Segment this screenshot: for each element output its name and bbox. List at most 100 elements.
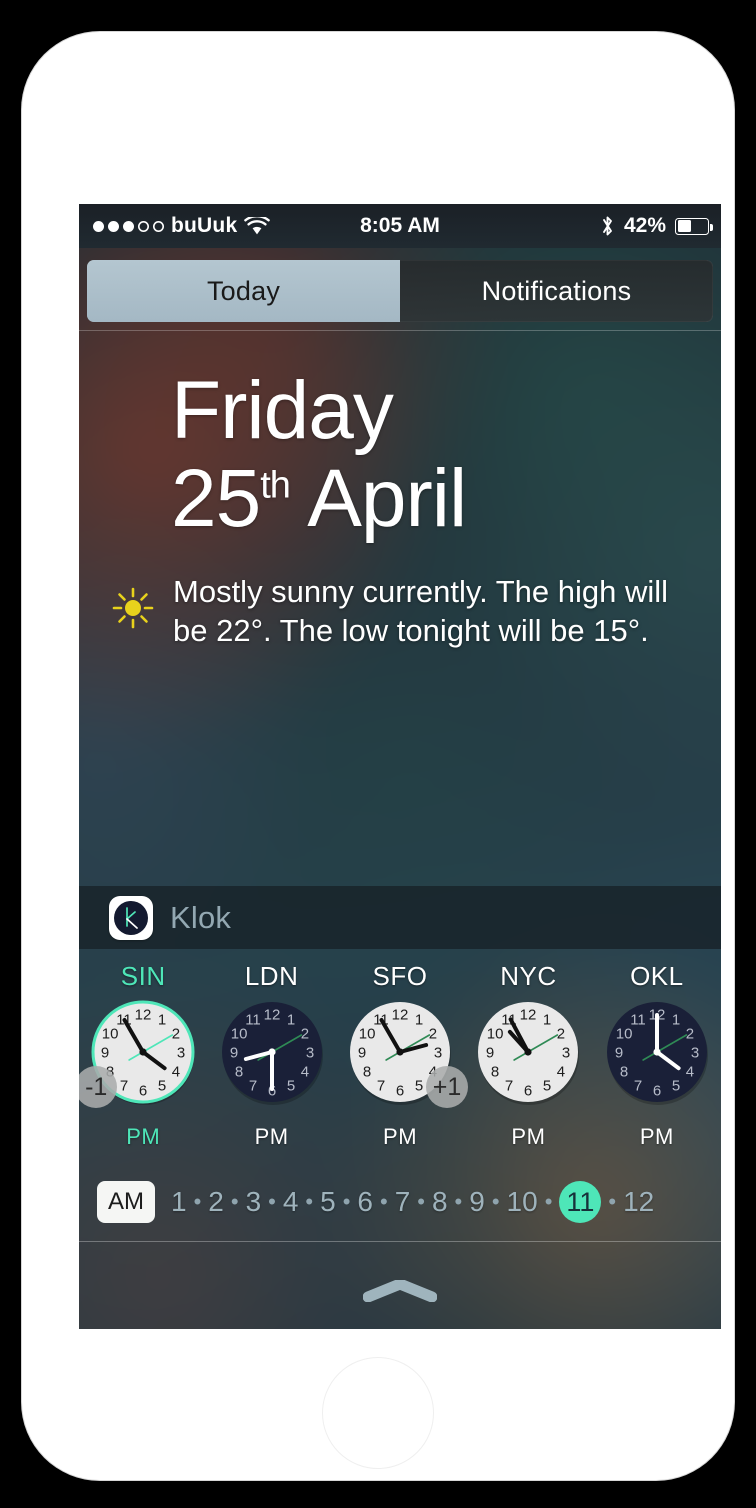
world-clock-sfo[interactable]: SFO123456789101112+1PM xyxy=(336,949,469,1169)
svg-text:8: 8 xyxy=(620,1064,628,1081)
clock-dial: 123456789101112-1 xyxy=(79,998,197,1108)
tab-today[interactable]: Today xyxy=(87,260,400,322)
svg-text:1: 1 xyxy=(415,1012,423,1029)
date-day-number: 25 xyxy=(171,453,261,544)
hour-timeline-scrubber[interactable]: AM 1 • 2 • 3 • 4 • 5 • 6 • 7 • 8 • 9 • 10 • 11 • 12 xyxy=(79,1169,721,1235)
svg-text:12: 12 xyxy=(135,1007,152,1024)
world-clock-okl[interactable]: OKL123456789101112PM xyxy=(593,949,721,1169)
timeline-separator-dot: • xyxy=(193,1189,202,1214)
clock-dial: 123456789101112 xyxy=(603,998,711,1106)
timeline-hour-3[interactable]: 3 xyxy=(246,1186,262,1218)
clock-ampm-label: PM xyxy=(126,1124,161,1149)
klok-widget-header[interactable]: Klok xyxy=(79,886,721,949)
svg-text:6: 6 xyxy=(139,1083,147,1100)
timeline-hour-1[interactable]: 1 xyxy=(171,1186,187,1218)
world-clock-sin[interactable]: SIN123456789101112-1PM xyxy=(79,949,207,1169)
timeline-hour-6[interactable]: 6 xyxy=(357,1186,373,1218)
timeline-hour-9[interactable]: 9 xyxy=(469,1186,485,1218)
battery-percentage: 42% xyxy=(623,214,666,237)
timeline-hour-4[interactable]: 4 xyxy=(283,1186,299,1218)
svg-text:9: 9 xyxy=(229,1045,237,1062)
timeline-hour-2[interactable]: 2 xyxy=(208,1186,224,1218)
svg-text:7: 7 xyxy=(248,1077,256,1094)
svg-text:5: 5 xyxy=(543,1077,551,1094)
world-clock-nyc[interactable]: NYC123456789101112PM xyxy=(464,949,592,1169)
svg-text:3: 3 xyxy=(691,1045,699,1062)
timeline-separator-dot: • xyxy=(454,1189,463,1214)
svg-text:1: 1 xyxy=(286,1012,294,1029)
timeline-separator-dot: • xyxy=(491,1189,500,1214)
timeline-separator-dot: • xyxy=(268,1189,276,1214)
timezone-offset-badge: +1 xyxy=(426,1066,469,1108)
svg-text:12: 12 xyxy=(263,1007,280,1024)
svg-text:11: 11 xyxy=(245,1012,261,1029)
svg-text:2: 2 xyxy=(300,1026,308,1043)
clock-city-label: SFO xyxy=(372,961,428,991)
timeline-hour-11[interactable]: 11 xyxy=(559,1181,602,1223)
tab-notifications[interactable]: Notifications xyxy=(400,260,713,322)
world-clock-ldn[interactable]: LDN 1 2 3 4 5 6 7 8 9 10 11 12 PM xyxy=(207,949,335,1169)
clock-ampm-label: PM xyxy=(383,1124,418,1149)
svg-text:8: 8 xyxy=(363,1064,371,1081)
svg-text:12: 12 xyxy=(392,1007,409,1024)
svg-text:1: 1 xyxy=(158,1012,166,1029)
hour-list[interactable]: 1 • 2 • 3 • 4 • 5 • 6 • 7 • 8 • 9 • 10 • 11 • 12 xyxy=(171,1181,721,1223)
timeline-hour-5[interactable]: 5 xyxy=(320,1186,336,1218)
clock-ampm-label: PM xyxy=(639,1124,674,1149)
svg-text:5: 5 xyxy=(415,1077,423,1094)
svg-text:3: 3 xyxy=(305,1045,313,1062)
clock-city-label: OKL xyxy=(630,961,684,991)
svg-text:9: 9 xyxy=(615,1045,623,1062)
chevron-up-grabber[interactable] xyxy=(362,1278,438,1307)
svg-text:8: 8 xyxy=(235,1064,243,1081)
widget-bottom-divider xyxy=(79,1241,721,1242)
svg-text:2: 2 xyxy=(429,1026,437,1043)
svg-text:2: 2 xyxy=(557,1026,565,1043)
phone-screen: buUuk 8:05 AM 42% Today Notifications Fr… xyxy=(79,204,721,1329)
ampm-toggle-chip[interactable]: AM xyxy=(97,1181,155,1223)
svg-text:4: 4 xyxy=(172,1064,180,1081)
date-month: April xyxy=(307,453,467,544)
svg-text:7: 7 xyxy=(120,1077,128,1094)
svg-text:4: 4 xyxy=(686,1064,694,1081)
svg-text:3: 3 xyxy=(562,1045,570,1062)
svg-text:6: 6 xyxy=(396,1083,404,1100)
home-button[interactable] xyxy=(322,1357,434,1469)
svg-text:2: 2 xyxy=(172,1026,180,1043)
clock-dial: 123456789101112 xyxy=(218,998,326,1106)
clock-dial: 123456789101112 xyxy=(474,998,582,1106)
svg-text:7: 7 xyxy=(377,1077,385,1094)
svg-text:9: 9 xyxy=(101,1045,109,1062)
timeline-separator-dot: • xyxy=(544,1189,553,1214)
timeline-separator-dot: • xyxy=(379,1189,388,1214)
svg-text:7: 7 xyxy=(634,1077,642,1094)
sun-icon xyxy=(111,586,155,630)
timeline-separator-dot: • xyxy=(230,1189,239,1214)
svg-text:6: 6 xyxy=(524,1083,532,1100)
timeline-hour-7[interactable]: 7 xyxy=(395,1186,411,1218)
status-bar: buUuk 8:05 AM 42% xyxy=(79,204,721,248)
svg-text:7: 7 xyxy=(505,1077,513,1094)
timeline-hour-8[interactable]: 8 xyxy=(432,1186,448,1218)
klok-app-icon xyxy=(109,895,153,940)
svg-text:4: 4 xyxy=(300,1064,308,1081)
battery-icon xyxy=(675,217,713,235)
clock-city-label: LDN xyxy=(244,961,299,991)
timeline-hour-12[interactable]: 12 xyxy=(623,1186,654,1218)
svg-text:5: 5 xyxy=(672,1077,680,1094)
timeline-separator-dot: • xyxy=(608,1189,617,1214)
svg-text:9: 9 xyxy=(486,1045,494,1062)
svg-text:8: 8 xyxy=(491,1064,499,1081)
date-day-month: 25th April xyxy=(171,458,467,540)
clock-ampm-label: PM xyxy=(254,1124,289,1149)
timeline-hour-10[interactable]: 10 xyxy=(507,1186,538,1218)
svg-text:5: 5 xyxy=(286,1077,294,1094)
phone-device-frame: buUuk 8:05 AM 42% Today Notifications Fr… xyxy=(22,32,734,1480)
date-day-suffix: th xyxy=(260,464,291,507)
clock-city-label: NYC xyxy=(500,961,557,991)
svg-text:9: 9 xyxy=(358,1045,366,1062)
timeline-separator-dot: • xyxy=(305,1189,314,1214)
notification-center-tabs[interactable]: Today Notifications xyxy=(87,260,713,322)
world-clock-row[interactable]: SIN123456789101112-1PMLDN123456789101112… xyxy=(79,949,721,1169)
weather-description: Mostly sunny currently. The high will be… xyxy=(173,574,669,649)
